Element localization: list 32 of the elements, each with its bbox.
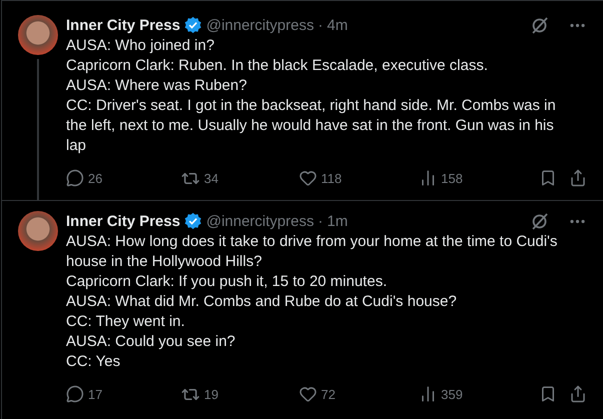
- like-button[interactable]: 118: [299, 169, 419, 187]
- post-text: AUSA: Who joined in? Capricorn Clark: Ruben. In the black Escalade, executive class. AUSA: Where was Ruben? CC: Driver's seat. I got in the backseat, right hand side. Mr. Combs was in the left, next to me. Usually he would have sat in the front. Gun was in his lap: [66, 36, 557, 156]
- separator-dot: ·: [318, 212, 323, 230]
- slashed-circle-icon[interactable]: [530, 211, 550, 231]
- separator-dot: ·: [318, 16, 323, 34]
- author-handle[interactable]: @innercitypress: [206, 212, 314, 230]
- avatar[interactable]: [18, 15, 58, 55]
- reply-icon: [66, 385, 84, 403]
- post-text: AUSA: How long does it take to drive from your home at the time to Cudi's house in the Hollywood Hills? Capricorn Clark: If you push it, 15 to 20 minutes. AUSA: What did Mr. Combs and Rube do at Cudi's house? CC: They went in. AUSA: Could you see in? CC: Yes: [66, 232, 558, 372]
- reply-icon: [66, 169, 84, 187]
- avatar[interactable]: [18, 211, 58, 251]
- author-name[interactable]: Inner City Press: [66, 212, 180, 230]
- author-handle[interactable]: @innercitypress: [206, 16, 314, 34]
- repost-button[interactable]: 34: [181, 168, 299, 188]
- post-time[interactable]: 1m: [326, 212, 348, 230]
- views-button[interactable]: 158: [419, 169, 529, 187]
- views-button[interactable]: 359: [419, 385, 529, 403]
- post-time[interactable]: 4m: [326, 16, 348, 34]
- like-button[interactable]: 72: [299, 385, 419, 403]
- share-icon[interactable]: [569, 385, 587, 403]
- bar-chart-icon: [419, 385, 437, 403]
- heart-icon: [299, 169, 317, 187]
- bookmark-icon[interactable]: [539, 385, 557, 403]
- share-icon[interactable]: [569, 169, 587, 187]
- bar-chart-icon: [419, 169, 437, 187]
- author-name[interactable]: Inner City Press: [66, 16, 180, 34]
- repost-button[interactable]: 19: [181, 384, 299, 404]
- reply-button[interactable]: 17: [66, 385, 181, 403]
- slashed-circle-icon[interactable]: [530, 15, 550, 35]
- reply-button[interactable]: 26: [66, 169, 181, 187]
- heart-icon: [299, 385, 317, 403]
- bookmark-icon[interactable]: [539, 169, 557, 187]
